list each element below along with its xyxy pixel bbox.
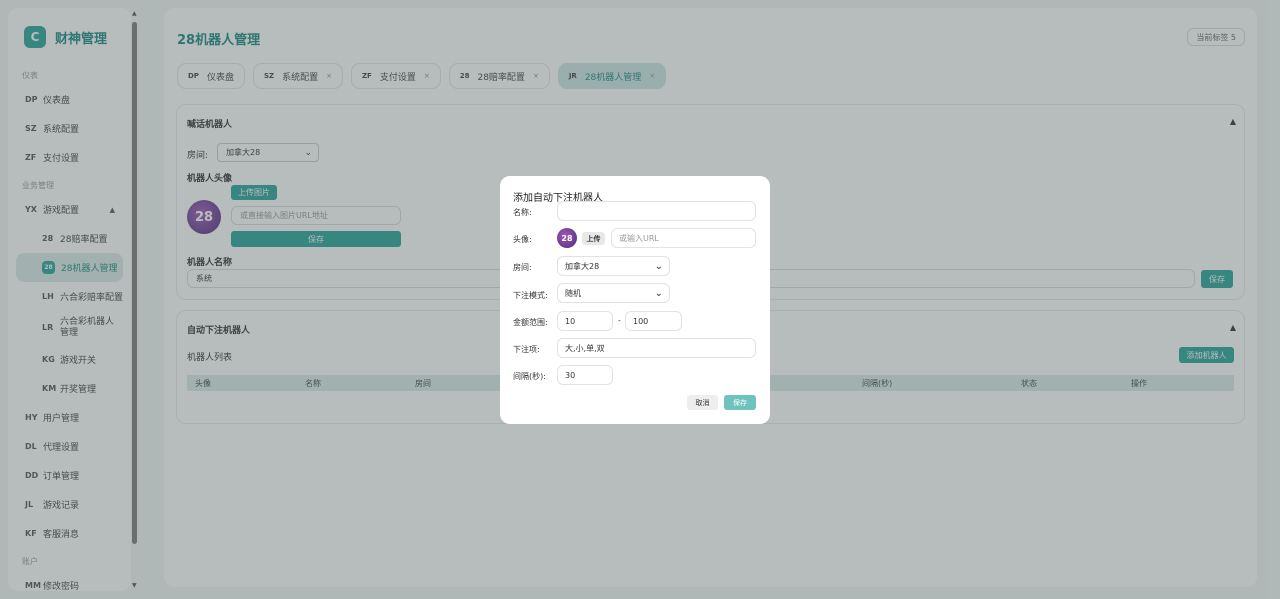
mode-select[interactable]: 随机 ⌄ — [557, 283, 670, 303]
room-label: 房间: — [513, 263, 532, 272]
amount-label: 金额范围: — [513, 318, 548, 327]
avatar-url-input[interactable]: 或输入URL — [611, 228, 756, 248]
cancel-button[interactable]: 取消 — [687, 395, 718, 410]
chevron-down-icon: ⌄ — [654, 260, 663, 272]
amount-separator: - — [618, 316, 621, 325]
mode-label: 下注模式: — [513, 291, 548, 300]
amount-max-input[interactable]: 100 — [625, 311, 682, 331]
avatar-preview: 28 — [557, 228, 577, 248]
bet-options-input[interactable]: 大,小,单,双 — [557, 338, 756, 358]
room-select[interactable]: 加拿大28 ⌄ — [557, 256, 670, 276]
chevron-down-icon: ⌄ — [654, 287, 663, 299]
avatar-label: 头像: — [513, 235, 532, 244]
interval-label: 间隔(秒): — [513, 372, 546, 381]
name-input[interactable] — [557, 201, 756, 221]
name-label: 名称: — [513, 208, 532, 217]
room-value: 加拿大28 — [565, 261, 600, 271]
bet-label: 下注项: — [513, 345, 540, 354]
interval-input[interactable]: 30 — [557, 365, 613, 385]
mode-value: 随机 — [565, 288, 581, 298]
add-robot-dialog: 添加自动下注机器人 名称: 头像: 28 上传 或输入URL 房间: 加拿大28… — [500, 176, 770, 424]
save-button[interactable]: 保存 — [724, 395, 756, 410]
amount-min-input[interactable]: 10 — [557, 311, 613, 331]
upload-button[interactable]: 上传 — [582, 232, 605, 245]
